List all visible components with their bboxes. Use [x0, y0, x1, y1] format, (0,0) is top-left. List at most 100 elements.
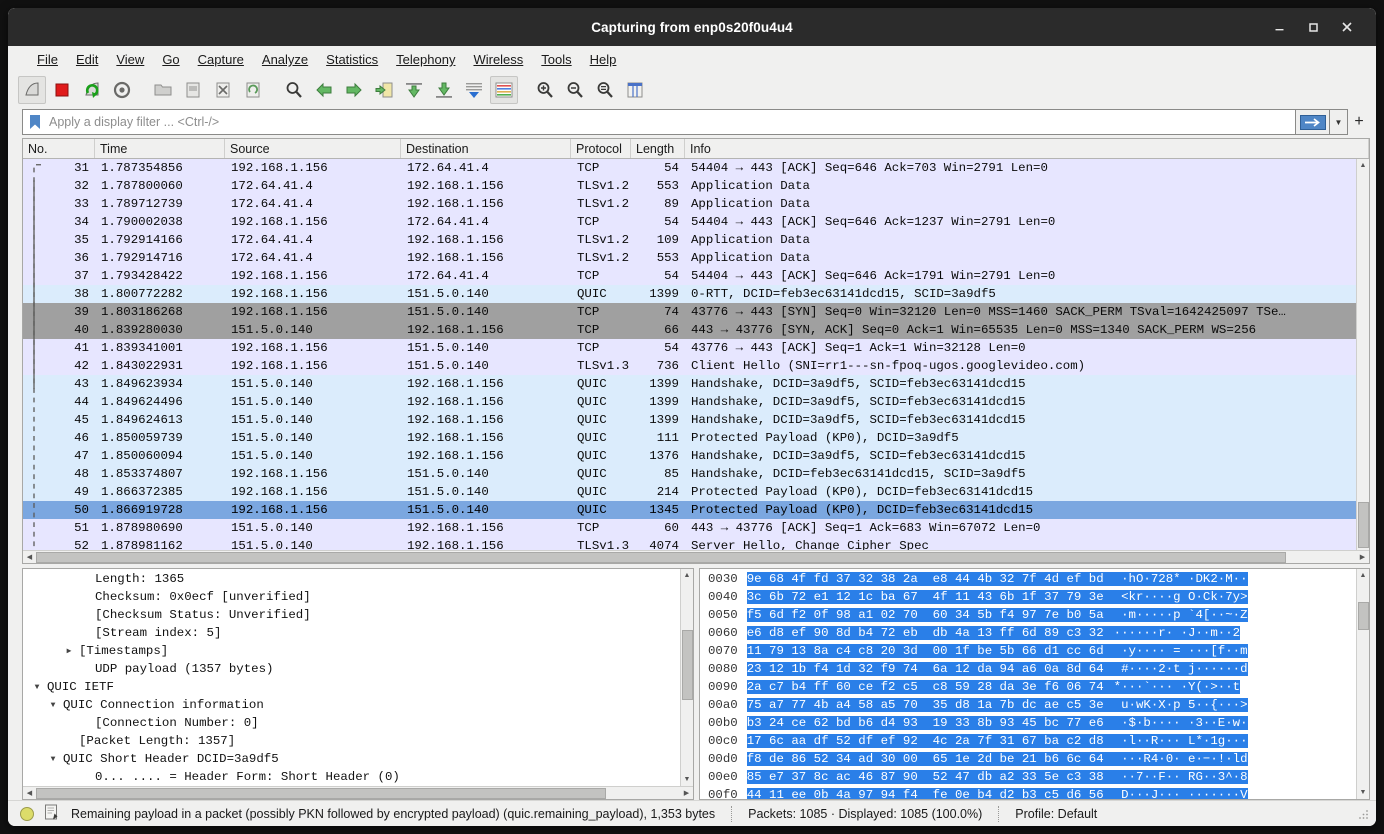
menu-statistics[interactable]: Statistics	[317, 50, 387, 69]
column-header-length[interactable]: Length	[631, 139, 685, 158]
scroll-track[interactable]	[1357, 582, 1370, 786]
hexdump-row[interactable]: 00f044 11 ee 0b 4a 97 94 f4 fe 0e b4 d2 …	[700, 786, 1356, 799]
scroll-thumb[interactable]	[1358, 502, 1369, 548]
add-filter-button[interactable]: +	[1348, 109, 1370, 135]
detail-tree-item[interactable]: 0... .... = Header Form: Short Header (0…	[23, 768, 680, 786]
packet-row[interactable]: 441.849624496151.5.0.140192.168.1.156QUI…	[23, 393, 1356, 411]
scroll-down-arrow-icon[interactable]: ▼	[681, 773, 694, 786]
maximize-button[interactable]	[1296, 12, 1330, 42]
packet-row[interactable]: 511.878980690151.5.0.140192.168.1.156TCP…	[23, 519, 1356, 537]
hexdump-row[interactable]: 007011 79 13 8a c4 c8 20 3d 00 1f be 5b …	[700, 642, 1356, 660]
resize-columns-icon[interactable]	[621, 76, 649, 104]
chevron-right-icon[interactable]: ▶	[63, 646, 75, 656]
packet-row[interactable]: 331.789712739172.64.41.4192.168.1.156TLS…	[23, 195, 1356, 213]
packet-details-vertical-scrollbar[interactable]: ▲ ▼	[680, 569, 693, 786]
packet-bytes-hexdump[interactable]: 00309e 68 4f fd 37 32 38 2a e8 44 4b 32 …	[700, 569, 1356, 799]
packet-row[interactable]: 451.849624613151.5.0.140192.168.1.156QUI…	[23, 411, 1356, 429]
packet-row[interactable]: 341.790002038192.168.1.156172.64.41.4TCP…	[23, 213, 1356, 231]
scroll-left-arrow-icon[interactable]: ◀	[23, 787, 36, 800]
packet-list-vertical-scrollbar[interactable]: ▲ ▼	[1356, 159, 1369, 550]
capture-file-properties-icon[interactable]	[44, 804, 59, 824]
hexdump-row[interactable]: 0060e6 d8 ef 90 8d b4 72 eb db 4a 13 ff …	[700, 624, 1356, 642]
detail-tree-item[interactable]: ▼QUIC IETF	[23, 678, 680, 696]
packet-row[interactable]: 351.792914166172.64.41.4192.168.1.156TLS…	[23, 231, 1356, 249]
bookmark-icon[interactable]	[26, 113, 44, 131]
scroll-track[interactable]	[681, 582, 694, 773]
scroll-up-arrow-icon[interactable]: ▲	[1357, 159, 1370, 172]
packet-row[interactable]: 321.787800060172.64.41.4192.168.1.156TLS…	[23, 177, 1356, 195]
scroll-thumb[interactable]	[1358, 602, 1369, 630]
chevron-down-icon[interactable]: ▼	[47, 701, 59, 710]
detail-tree-item[interactable]: Checksum: 0x0ecf [unverified]	[23, 588, 680, 606]
reload-file-icon[interactable]	[239, 76, 267, 104]
close-file-icon[interactable]	[209, 76, 237, 104]
stop-capture-icon[interactable]	[48, 76, 76, 104]
scroll-thumb[interactable]	[682, 630, 693, 700]
hexdump-row[interactable]: 008023 12 1b f4 1d 32 f9 74 6a 12 da 94 …	[700, 660, 1356, 678]
restart-capture-icon[interactable]	[78, 76, 106, 104]
menu-wireless[interactable]: Wireless	[464, 50, 532, 69]
hexdump-row[interactable]: 00e085 e7 37 8c ac 46 87 90 52 47 db a2 …	[700, 768, 1356, 786]
scroll-track[interactable]	[36, 551, 1356, 564]
menu-help[interactable]: Help	[581, 50, 626, 69]
detail-tree-item[interactable]: ▼QUIC Short Header DCID=3a9df5	[23, 750, 680, 768]
scroll-left-arrow-icon[interactable]: ◀	[23, 551, 36, 564]
go-to-packet-icon[interactable]	[370, 76, 398, 104]
menu-file[interactable]: File	[28, 50, 67, 69]
packet-row[interactable]: 481.853374807192.168.1.156151.5.0.140QUI…	[23, 465, 1356, 483]
menu-edit[interactable]: Edit	[67, 50, 107, 69]
zoom-in-icon[interactable]	[531, 76, 559, 104]
colorize-icon[interactable]	[490, 76, 518, 104]
hexdump-row[interactable]: 00b0b3 24 ce 62 bd b6 d4 93 19 33 8b 93 …	[700, 714, 1356, 732]
expert-info-indicator[interactable]	[20, 807, 34, 821]
display-filter-input[interactable]: Apply a display filter ... <Ctrl-/>	[22, 109, 1296, 135]
detail-tree-item[interactable]: [Connection Number: 0]	[23, 714, 680, 732]
detail-tree-item[interactable]: [Checksum Status: Unverified]	[23, 606, 680, 624]
packet-list-horizontal-scrollbar[interactable]: ◀ ▶	[23, 550, 1369, 563]
detail-tree-item[interactable]: [Packet Length: 1357]	[23, 732, 680, 750]
scroll-track[interactable]	[36, 787, 680, 800]
detail-tree-item[interactable]: Length: 1365	[23, 570, 680, 588]
detail-tree-item[interactable]: UDP payload (1357 bytes)	[23, 660, 680, 678]
menu-telephony[interactable]: Telephony	[387, 50, 464, 69]
packet-details-tree[interactable]: Length: 1365Checksum: 0x0ecf [unverified…	[23, 569, 680, 786]
scroll-thumb[interactable]	[36, 552, 1286, 563]
scroll-down-arrow-icon[interactable]: ▼	[1357, 786, 1370, 799]
chevron-down-icon[interactable]: ▼	[47, 755, 59, 764]
go-first-packet-icon[interactable]	[400, 76, 428, 104]
open-file-icon[interactable]	[149, 76, 177, 104]
menu-capture[interactable]: Capture	[189, 50, 253, 69]
packet-row[interactable]: 471.850060094151.5.0.140192.168.1.156QUI…	[23, 447, 1356, 465]
column-header-destination[interactable]: Destination	[401, 139, 571, 158]
packet-row[interactable]: 381.800772282192.168.1.156151.5.0.140QUI…	[23, 285, 1356, 303]
menu-view[interactable]: View	[107, 50, 153, 69]
start-capture-icon[interactable]	[18, 76, 46, 104]
find-packet-icon[interactable]	[280, 76, 308, 104]
packet-details-horizontal-scrollbar[interactable]: ◀ ▶	[23, 786, 693, 799]
scroll-thumb[interactable]	[36, 788, 606, 799]
packet-row[interactable]: 431.849623934151.5.0.140192.168.1.156QUI…	[23, 375, 1356, 393]
packet-row[interactable]: 491.866372385192.168.1.156151.5.0.140QUI…	[23, 483, 1356, 501]
scroll-track[interactable]	[1357, 172, 1370, 537]
packet-row[interactable]: 461.850059739151.5.0.140192.168.1.156QUI…	[23, 429, 1356, 447]
packet-row[interactable]: 371.793428422192.168.1.156172.64.41.4TCP…	[23, 267, 1356, 285]
hexdump-row[interactable]: 00403c 6b 72 e1 12 1c ba 67 4f 11 43 6b …	[700, 588, 1356, 606]
column-header-protocol[interactable]: Protocol	[571, 139, 631, 158]
scroll-right-arrow-icon[interactable]: ▶	[1356, 551, 1369, 564]
packet-row[interactable]: 411.839341001192.168.1.156151.5.0.140TCP…	[23, 339, 1356, 357]
scroll-right-arrow-icon[interactable]: ▶	[680, 787, 693, 800]
detail-tree-item[interactable]: [Stream index: 5]	[23, 624, 680, 642]
hexdump-row[interactable]: 00902a c7 b4 ff 60 ce f2 c5 c8 59 28 da …	[700, 678, 1356, 696]
close-button[interactable]	[1330, 12, 1364, 42]
capture-options-icon[interactable]	[108, 76, 136, 104]
go-back-icon[interactable]	[310, 76, 338, 104]
column-header-time[interactable]: Time	[95, 139, 225, 158]
apply-filter-arrow-icon[interactable]	[1296, 109, 1330, 135]
packet-row[interactable]: 401.839280030151.5.0.140192.168.1.156TCP…	[23, 321, 1356, 339]
resize-grip-icon[interactable]	[1358, 808, 1370, 820]
go-forward-icon[interactable]	[340, 76, 368, 104]
packet-row[interactable]: 361.792914716172.64.41.4192.168.1.156TLS…	[23, 249, 1356, 267]
menu-go[interactable]: Go	[153, 50, 188, 69]
column-header-no[interactable]: No.	[23, 139, 95, 158]
filter-dropdown-chevron-down-icon[interactable]: ▼	[1330, 109, 1348, 135]
